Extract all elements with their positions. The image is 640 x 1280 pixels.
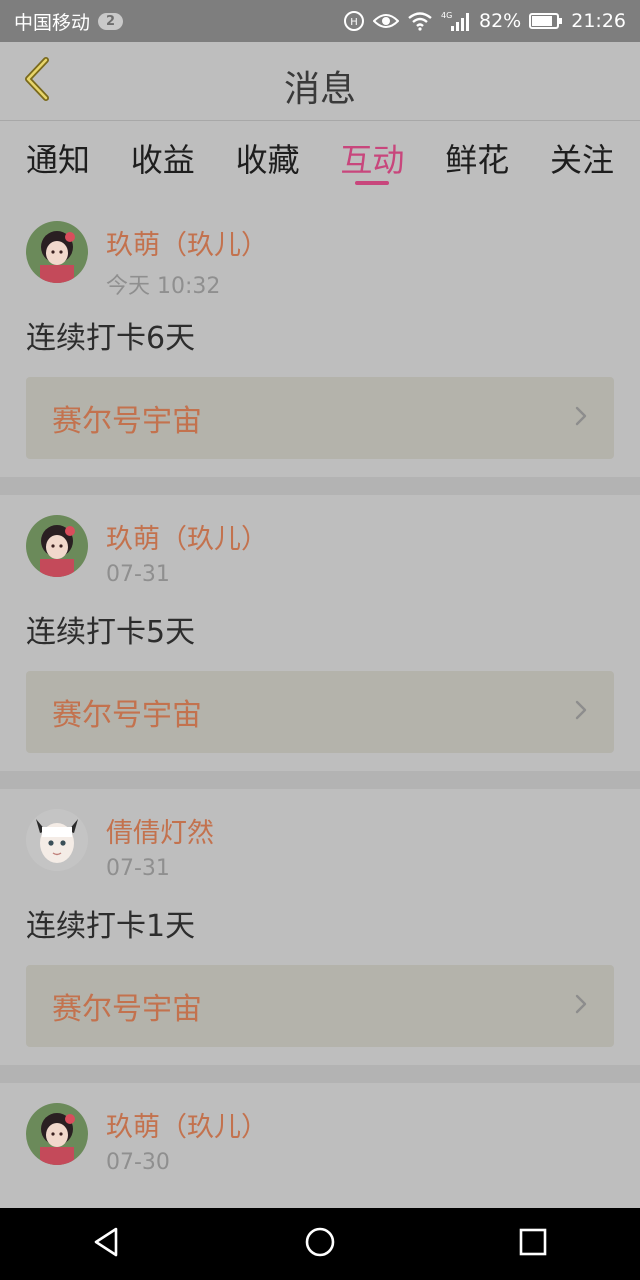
topic-link[interactable]: 赛尔号宇宙 [26,965,614,1047]
tab-flowers[interactable]: 鲜花 [445,121,509,201]
chevron-right-icon [574,993,588,1019]
message-text: 连续打卡6天 [26,321,196,356]
sim-badge: 2 [98,12,124,30]
message-text: 连续打卡1天 [26,909,196,944]
interaction-feed[interactable]: 玖萌（玖儿） 今天 10:32 连续打卡6天 赛尔号宇宙 玖萌（玖儿） 07-3… [0,201,640,1208]
sender-info: 玖萌（玖儿） 07-31 [106,513,268,587]
page-title: 消息 [283,69,356,110]
divider [0,771,640,789]
network-type: 4G [441,11,452,20]
list-item: 倩倩灯然 07-31 连续打卡1天 赛尔号宇宙 [0,789,640,1065]
topic-link[interactable]: 赛尔号宇宙 [26,671,614,753]
list-item: 玖萌（玖儿） 07-31 连续打卡5天 赛尔号宇宙 [0,495,640,771]
signal-icon: 4G [441,10,471,32]
topic-link[interactable]: 赛尔号宇宙 [26,377,614,459]
topic-label: 赛尔号宇宙 [52,992,202,1027]
chevron-right-icon [574,405,588,431]
username[interactable]: 倩倩灯然 [106,811,214,850]
carrier-name: 中国移动 [14,11,91,34]
card-header: 玖萌（玖儿） 07-31 [26,513,614,599]
tab-label: 互动 [340,141,405,179]
avatar[interactable] [26,221,88,283]
nav-back-button[interactable] [77,1214,137,1274]
avatar[interactable] [26,515,88,577]
timestamp: 07-31 [106,562,170,587]
message-text: 连续打卡5天 [26,615,196,650]
eye-comfort-icon [373,12,399,30]
tab-earnings[interactable]: 收益 [131,121,195,201]
app-header: 消息 [0,42,640,121]
tab-label: 关注 [549,141,614,179]
clock: 21:26 [571,10,626,32]
topic-label: 赛尔号宇宙 [52,404,202,439]
wifi-icon [407,11,433,31]
tab-label: 鲜花 [445,141,510,179]
timestamp: 07-31 [106,856,170,881]
username[interactable]: 玖萌（玖儿） [106,223,268,262]
divider [0,1065,640,1083]
svg-text:H: H [350,17,358,28]
timestamp: 07-30 [106,1150,170,1175]
messages-screen: 中国移动 2 H 4G 82% 21:26 消息 通知 收益 收藏 互动 鲜花 … [0,0,640,1280]
card-header: 玖萌（玖儿） 今天 10:32 [26,219,614,305]
system-nav-bar [0,1208,640,1280]
tab-label: 收益 [130,141,195,179]
tab-favorites[interactable]: 收藏 [236,121,300,201]
username[interactable]: 玖萌（玖儿） [106,1105,268,1144]
chevron-right-icon [574,699,588,725]
topic-label: 赛尔号宇宙 [52,698,202,733]
back-triangle-icon [92,1226,122,1262]
battery-icon [529,12,563,30]
card-header: 倩倩灯然 07-31 [26,807,614,893]
hd-call-icon: H [343,10,365,32]
status-left: 中国移动 2 [14,8,124,35]
tab-notifications[interactable]: 通知 [26,121,90,201]
sender-info: 倩倩灯然 07-31 [106,807,214,881]
tab-interactions[interactable]: 互动 [340,121,404,201]
tab-following[interactable]: 关注 [550,121,614,201]
status-bar: 中国移动 2 H 4G 82% 21:26 [0,0,640,42]
sender-info: 玖萌（玖儿） 今天 10:32 [106,219,268,300]
recents-square-icon [518,1227,548,1261]
status-right: H 4G 82% 21:26 [343,10,626,32]
nav-recents-button[interactable] [503,1214,563,1274]
timestamp: 今天 10:32 [106,274,221,299]
tab-label: 收藏 [235,141,300,179]
active-tab-indicator [355,181,390,185]
card-header: 玖萌（玖儿） 07-30 [26,1101,614,1187]
nav-home-button[interactable] [290,1214,350,1274]
sender-info: 玖萌（玖儿） 07-30 [106,1101,268,1175]
list-item: 玖萌（玖儿） 今天 10:32 连续打卡6天 赛尔号宇宙 [0,201,640,477]
tab-label: 通知 [26,141,91,179]
avatar[interactable] [26,1103,88,1165]
username[interactable]: 玖萌（玖儿） [106,517,268,556]
list-item: 玖萌（玖儿） 07-30 [0,1083,640,1205]
battery-percent: 82% [479,10,522,32]
avatar[interactable] [26,809,88,871]
divider [0,477,640,495]
home-circle-icon [304,1226,336,1262]
tab-bar: 通知 收益 收藏 互动 鲜花 关注 [0,121,640,201]
